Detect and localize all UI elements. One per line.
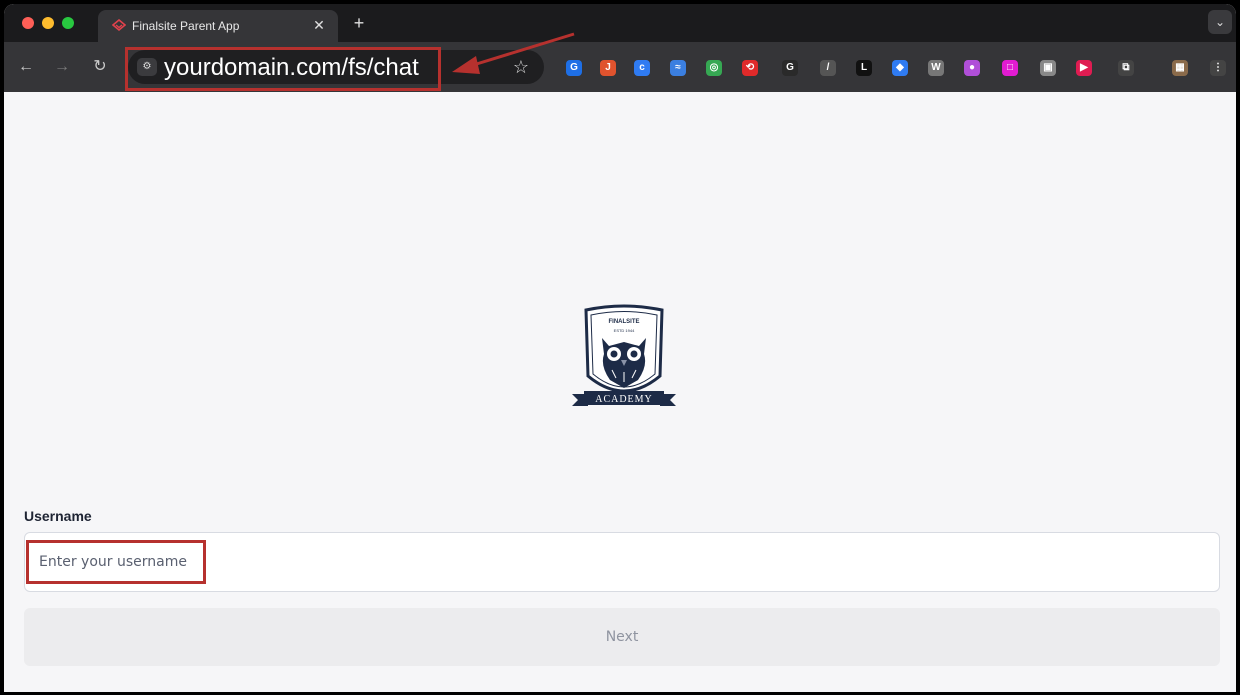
extension-11-icon[interactable]: W	[928, 60, 944, 76]
academy-logo: FINALSITE ESTD 1944 ACADEMY	[572, 304, 676, 406]
extension-10-icon[interactable]: ◆	[892, 60, 908, 76]
new-tab-button[interactable]: +	[350, 14, 368, 32]
tab-title: Finalsite Parent App	[132, 19, 240, 33]
back-button[interactable]: ←	[16, 57, 36, 77]
bookmark-star-icon[interactable]: ☆	[510, 56, 532, 78]
extension-4-icon[interactable]: ≈	[670, 60, 686, 76]
extension-18-icon[interactable]: ⋮	[1210, 60, 1226, 76]
extension-12-icon[interactable]: ●	[964, 60, 980, 76]
reload-button[interactable]: ↻	[90, 57, 110, 77]
browser-window: Finalsite Parent App ✕ + ⌄ ← → ↻ ⚙ yourd…	[4, 4, 1236, 692]
forward-button[interactable]: →	[52, 57, 72, 77]
username-label: Username	[24, 508, 92, 524]
extension-7-icon[interactable]: G	[782, 60, 798, 76]
finalsite-favicon-icon	[112, 19, 126, 32]
logo-top-text: FINALSITE	[609, 319, 640, 325]
extension-13-icon[interactable]: □	[1002, 60, 1018, 76]
extension-3-icon[interactable]: c	[634, 60, 650, 76]
page-content: FINALSITE ESTD 1944 ACADEMY Username Nex…	[4, 92, 1236, 692]
extension-6-icon[interactable]: ⟲	[742, 60, 758, 76]
minimize-window-button[interactable]	[42, 17, 54, 29]
logo-banner-text: ACADEMY	[595, 394, 653, 405]
extension-5-icon[interactable]: ◎	[706, 60, 722, 76]
tab-search-chevron-icon[interactable]: ⌄	[1208, 10, 1232, 34]
extension-2-icon[interactable]: J	[600, 60, 616, 76]
extension-16-icon[interactable]: ⧉	[1118, 60, 1134, 76]
close-window-button[interactable]	[22, 17, 34, 29]
maximize-window-button[interactable]	[62, 17, 74, 29]
url-annotation-box	[125, 47, 441, 91]
extension-8-icon[interactable]: /	[820, 60, 836, 76]
tab-finalsite-parent-app[interactable]: Finalsite Parent App ✕	[98, 10, 338, 42]
extension-15-icon[interactable]: ▶	[1076, 60, 1092, 76]
extension-9-icon[interactable]: L	[856, 60, 872, 76]
logo-est-text: ESTD 1944	[614, 328, 635, 333]
extension-1-icon[interactable]: G	[566, 60, 582, 76]
extension-14-icon[interactable]: ▣	[1040, 60, 1056, 76]
tab-strip: Finalsite Parent App ✕ + ⌄	[4, 4, 1236, 42]
next-button[interactable]: Next	[24, 608, 1220, 666]
username-input[interactable]	[24, 532, 1220, 592]
tab-close-icon[interactable]: ✕	[310, 16, 328, 34]
extension-17-icon[interactable]: ▦	[1172, 60, 1188, 76]
